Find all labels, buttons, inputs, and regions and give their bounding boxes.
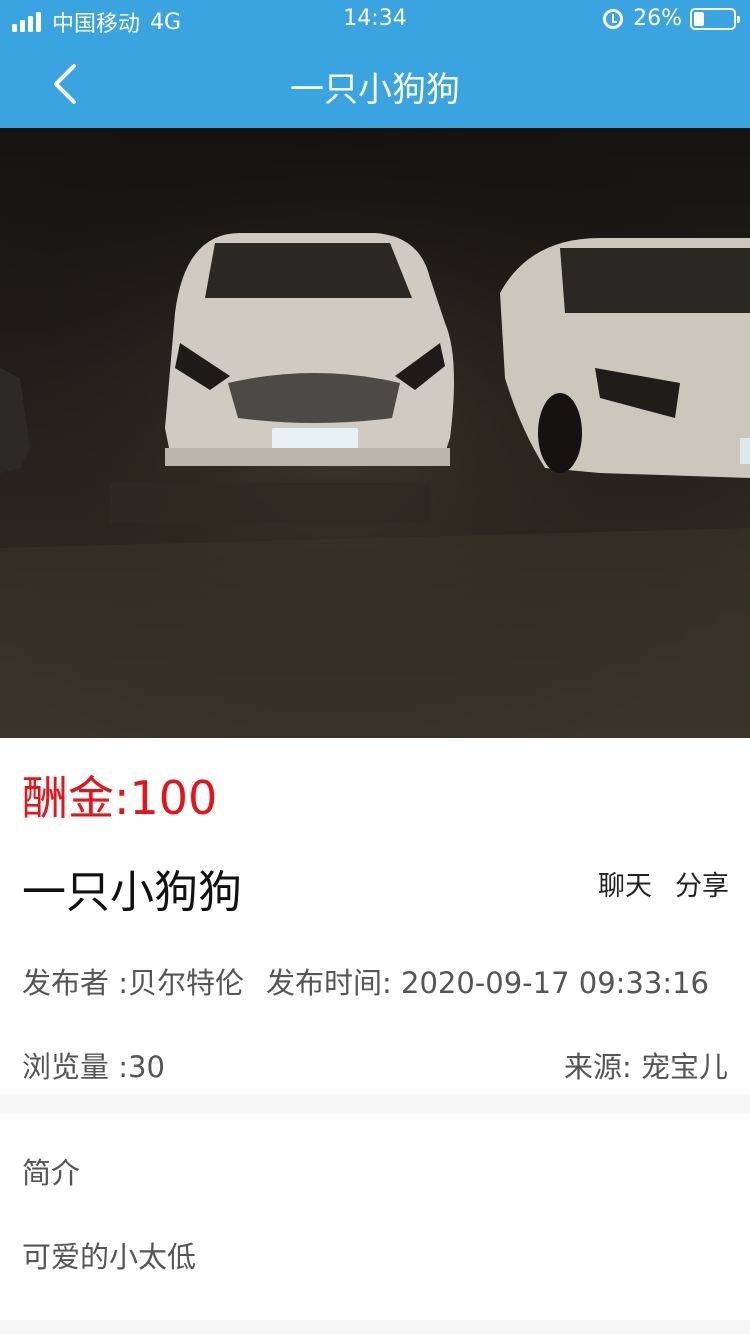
view-count: 浏览量 :30 [22,1050,165,1084]
status-bar: 中国移动 4G 14:34 26% [0,0,750,40]
chat-button[interactable]: 聊天 [598,864,652,903]
section-divider [0,1094,750,1114]
post-title: 一只小狗狗 [22,867,242,918]
battery-icon [690,7,740,30]
nav-title: 一只小狗狗 [290,70,460,110]
post-photo[interactable] [0,128,750,738]
alarm-icon [603,8,624,29]
app-header: 中国移动 4G 14:34 26% 一只小狗狗 [0,0,750,128]
publisher: 发布者 :贝尔特伦 [22,966,244,1000]
reward-amount: 酬金:100 [22,771,218,825]
publish-time: 发布时间: 2020-09-17 09:33:16 [266,966,709,1000]
publish-meta: 发布者 :贝尔特伦 发布时间: 2020-09-17 09:33:16 [22,960,709,1002]
status-right: 26% [603,6,740,31]
battery-percent: 26% [633,6,682,31]
intro-heading: 简介 [22,1156,81,1190]
battery-fill [694,11,704,26]
share-button[interactable]: 分享 [675,864,729,903]
bottom-divider [0,1320,750,1334]
source: 来源: 宠宝儿 [564,1050,728,1084]
battery-cap [737,15,740,23]
nav-bar: 一只小狗狗 [0,40,750,128]
intro-text: 可爱的小太低 [22,1240,197,1274]
post-photo-image [0,128,750,738]
